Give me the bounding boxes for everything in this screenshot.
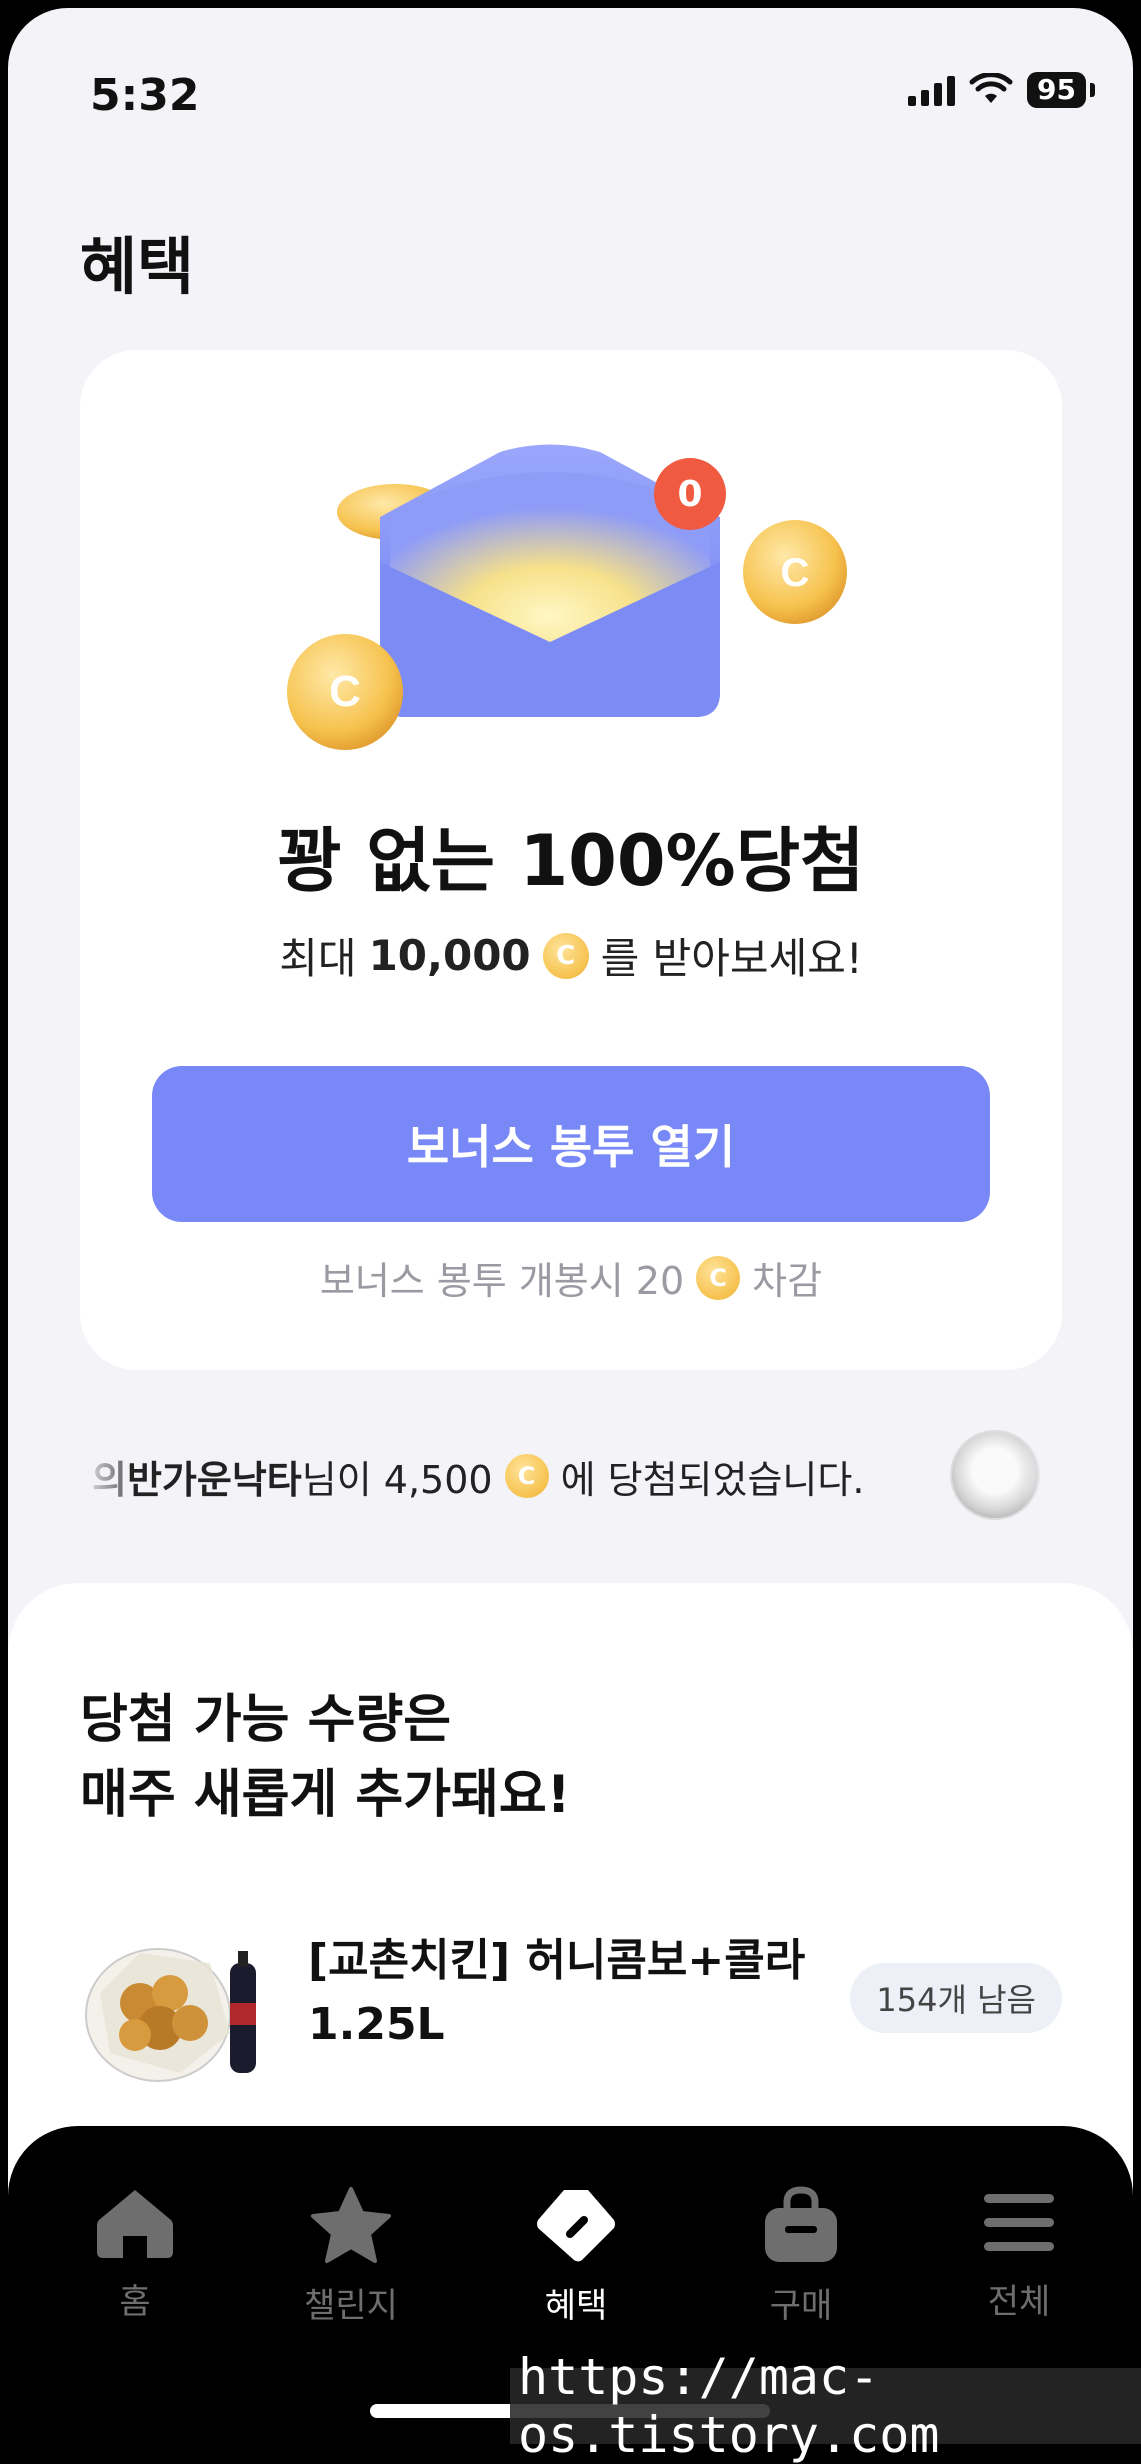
prize-image bbox=[85, 1948, 256, 2082]
battery-indicator: 95 bbox=[1027, 72, 1086, 108]
coin-icon: C bbox=[504, 1454, 549, 1498]
prizes-heading: 당첨 가능 수량은 매주 새롭게 추가돼요! bbox=[80, 1683, 570, 1834]
coin-icon: C bbox=[696, 1255, 741, 1300]
envelope-count-badge: 0 bbox=[654, 458, 726, 530]
subtitle-prefix: 최대 bbox=[279, 934, 357, 983]
status-icons: 95 bbox=[908, 72, 1095, 108]
wifi-icon bbox=[969, 73, 1013, 103]
tab-all-label: 전체 bbox=[987, 2282, 1051, 2322]
tab-home[interactable]: 홈 bbox=[60, 2186, 210, 2323]
remaining-badge: 154개 남음 bbox=[850, 1963, 1062, 2033]
ticker-fade-right bbox=[1022, 1386, 1062, 1566]
open-bonus-envelope-button[interactable]: 보너스 봉투 열기 bbox=[152, 1066, 990, 1222]
ticker-winner-name: 반가운낙타 bbox=[126, 1457, 302, 1502]
coin-icon: C bbox=[542, 932, 589, 979]
prizes-heading-line2: 매주 새롭게 추가돼요! bbox=[80, 1765, 571, 1826]
status-time: 5:32 bbox=[90, 70, 200, 121]
tab-benefits-label: 혜택 bbox=[544, 2286, 608, 2326]
tab-home-label: 홈 bbox=[119, 2282, 151, 2322]
ticker-message: 의반가운낙타님이 4,500 C 에 당첨되었습니다. bbox=[92, 1449, 864, 1504]
svg-text:C: C bbox=[781, 551, 810, 595]
subtitle-amount: 10,000 bbox=[368, 931, 531, 980]
tab-purchase-label: 구매 bbox=[769, 2286, 833, 2326]
tab-purchase[interactable]: 구매 bbox=[726, 2186, 876, 2327]
prize-name: [교촌치킨] 허니콤보+콜라1.25L bbox=[308, 1935, 806, 2050]
prize-item[interactable]: [교촌치킨] 허니콤보+콜라1.25L 154개 남음 bbox=[80, 1923, 1062, 2093]
battery-tip bbox=[1090, 83, 1095, 97]
star-icon bbox=[311, 2187, 391, 2263]
screen: 5:32 95 혜택 C C 0 꽝 없는 100%당첨 최대 10,000 C… bbox=[8, 8, 1133, 2446]
ticker-message-mid: 님이 4,500 bbox=[301, 1457, 493, 1502]
watermark: https://mac-os.tistory.com bbox=[510, 2348, 1141, 2464]
cost-note-suffix: 차감 bbox=[752, 1259, 823, 1303]
svg-text:C: C bbox=[329, 667, 361, 716]
tab-benefits[interactable]: 혜택 bbox=[501, 2186, 651, 2327]
tag-icon bbox=[537, 2190, 615, 2262]
envelope-cost-note: 보너스 봉투 개봉시 20 C 차감 bbox=[80, 1250, 1062, 1305]
bonus-subtitle: 최대 10,000 C 를 받아보세요! bbox=[80, 925, 1062, 986]
prizes-heading-line1: 당첨 가능 수량은 bbox=[80, 1690, 452, 1750]
cost-note-prefix: 보너스 봉투 개봉시 20 bbox=[319, 1259, 685, 1303]
tab-all[interactable]: 전체 bbox=[944, 2186, 1094, 2323]
bonus-title: 꽝 없는 100%당첨 bbox=[277, 820, 865, 902]
subtitle-suffix: 를 받아보세요! bbox=[600, 934, 863, 983]
bonus-envelope-illustration: C C bbox=[287, 444, 847, 750]
home-icon bbox=[97, 2190, 173, 2258]
winner-ticker: 의반가운낙타님이 4,500 C 에 당첨되었습니다. bbox=[80, 1386, 1062, 1566]
tab-challenge-label: 챌린지 bbox=[304, 2286, 398, 2326]
ticker-message-end: 에 당첨되었습니다. bbox=[560, 1457, 865, 1502]
shopping-bag-icon bbox=[765, 2186, 837, 2262]
cellular-signal-icon bbox=[908, 74, 956, 106]
ticker-fade-left bbox=[80, 1386, 120, 1566]
tab-challenge[interactable]: 챌린지 bbox=[276, 2186, 426, 2327]
bonus-envelope-card: C C 0 꽝 없는 100%당첨 최대 10,000 C 를 받아보세요! 보… bbox=[80, 350, 1062, 1370]
menu-icon bbox=[984, 2194, 1054, 2251]
page-title: 혜택 bbox=[80, 230, 195, 303]
